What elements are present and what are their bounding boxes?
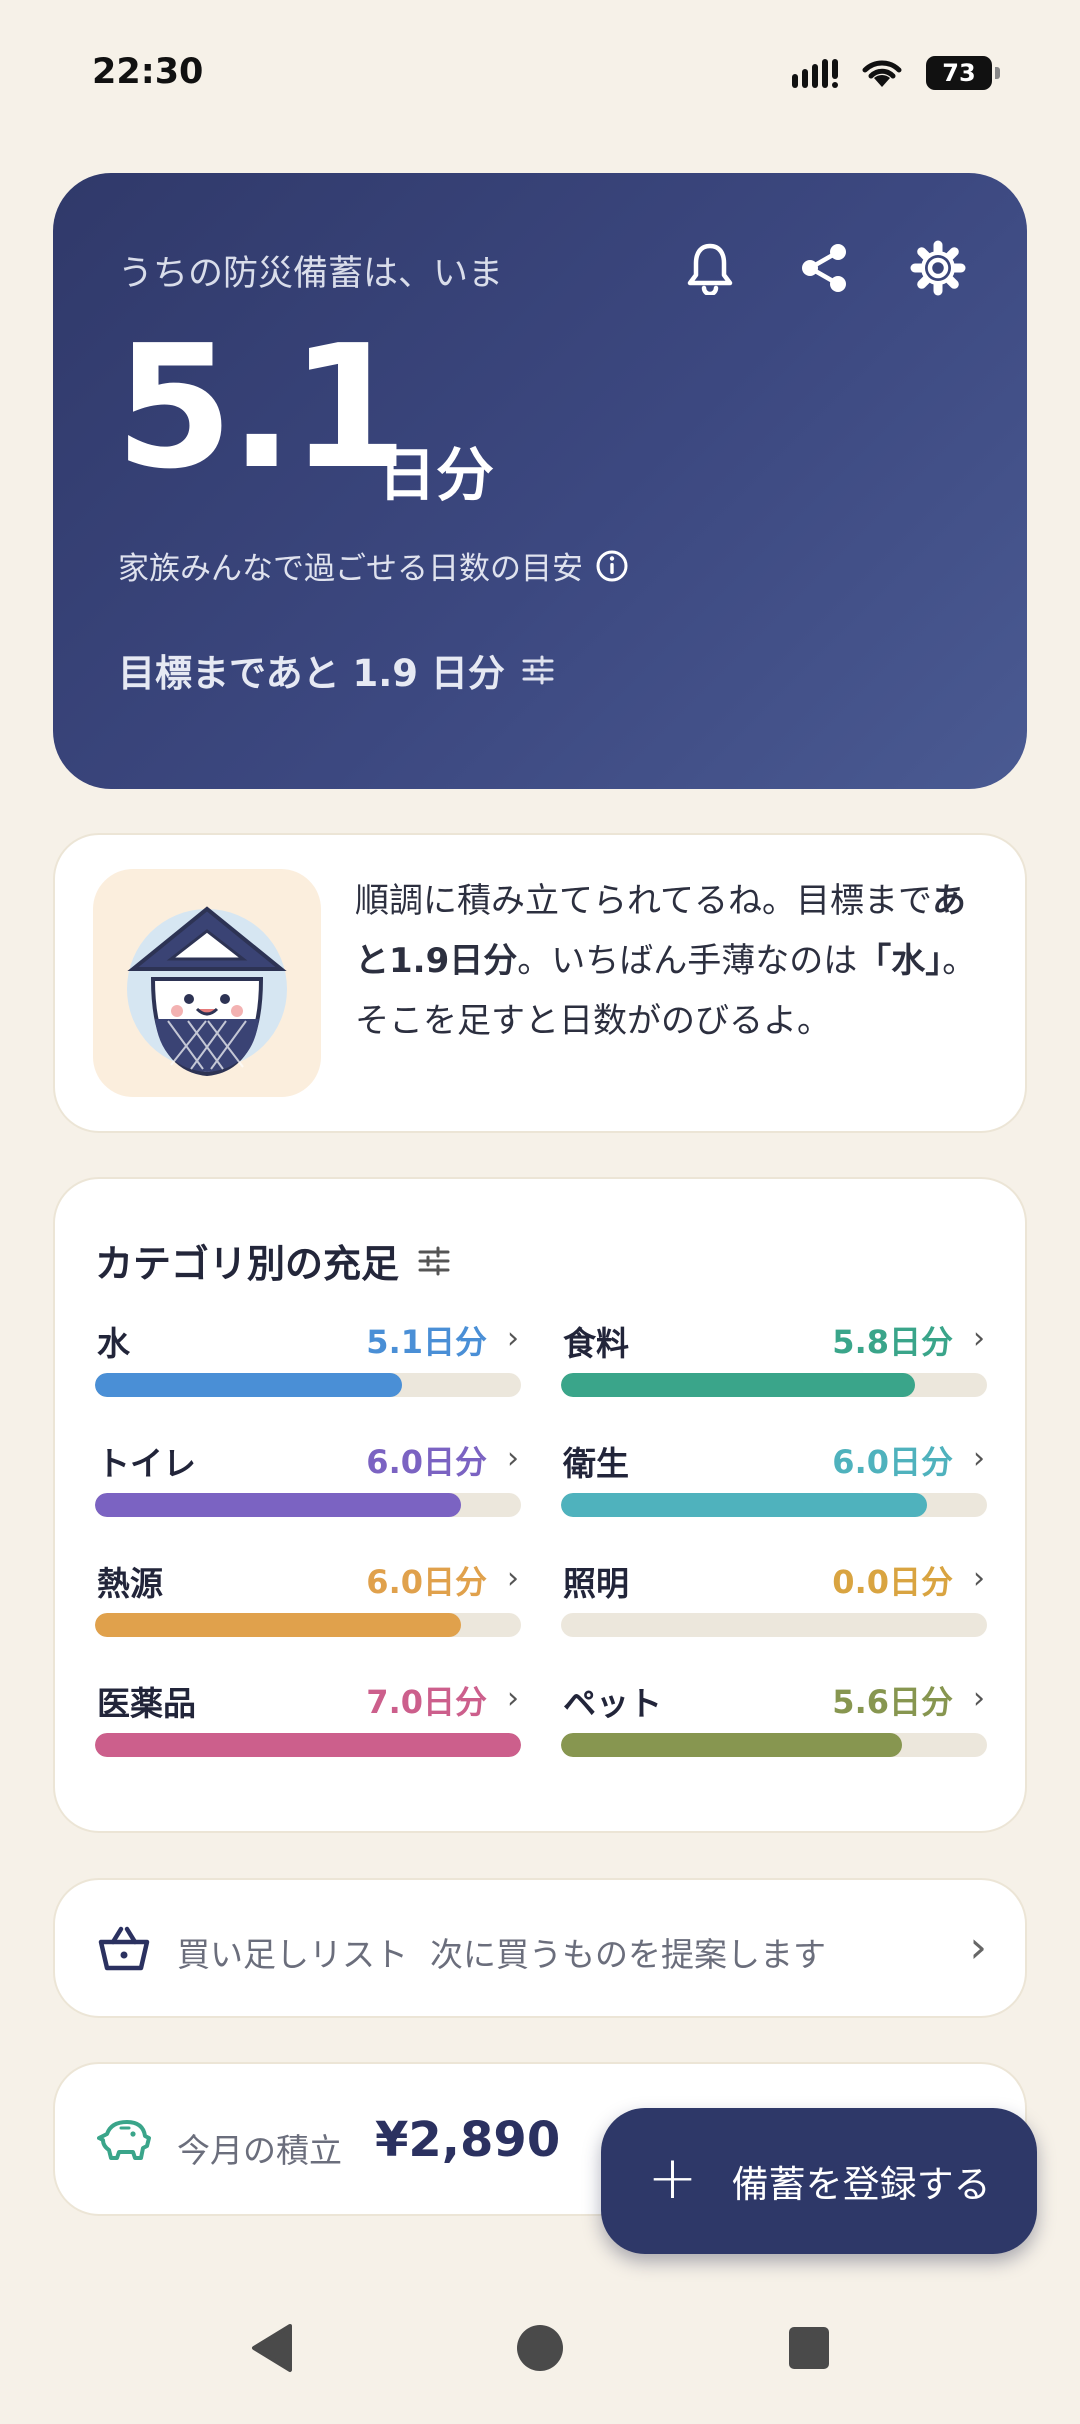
goal-remaining[interactable]: 目標まであと 1.9 日分	[118, 643, 555, 697]
recents-icon[interactable]	[786, 2322, 832, 2374]
home-icon[interactable]	[514, 2322, 566, 2374]
chevron-right-icon: ›	[973, 1681, 985, 1716]
shopping-list-hint: 次に買うものを提案します	[430, 1935, 826, 1974]
savings-amount: ¥2,890	[375, 2112, 561, 2168]
chevron-right-icon: ›	[969, 1922, 987, 1973]
category-bar	[95, 1733, 521, 1757]
category-card: カテゴリ別の充足 水 5.1日分 › 食料 5.8日分 › トイレ 6.0日分 …	[53, 1177, 1027, 1833]
plus-icon: +	[647, 2143, 698, 2213]
category-item-water[interactable]: 水 5.1日分 ›	[95, 1317, 521, 1409]
category-title-text: カテゴリ別の充足	[95, 1242, 400, 1286]
battery-icon: 73	[926, 56, 1000, 90]
piggy-bank-icon	[97, 2120, 151, 2160]
status-bar: 22:30 73	[0, 0, 1080, 150]
category-bar-fill	[561, 1373, 915, 1397]
chevron-right-icon: ›	[973, 1561, 985, 1596]
category-name: トイレ	[97, 1444, 196, 1483]
gear-icon	[910, 240, 966, 296]
category-bar-fill	[95, 1373, 402, 1397]
category-value: 7.0日分	[366, 1683, 487, 1721]
basket-icon	[98, 1926, 150, 1971]
register-stock-label: 備蓄を登録する	[731, 2163, 991, 2206]
category-bar	[561, 1493, 987, 1517]
adjust-icon	[522, 655, 554, 685]
category-name: 衛生	[563, 1444, 629, 1483]
chevron-right-icon: ›	[973, 1321, 985, 1356]
category-item-heat[interactable]: 熱源 6.0日分 ›	[95, 1557, 521, 1649]
goal-remaining-text: 目標まであと 1.9 日分	[118, 652, 505, 695]
stockpile-summary-card: うちの防災備蓄は、いま 5.1 日分 家族みんなで過ごせる日数の目安 目標まであ…	[53, 173, 1027, 789]
category-value: 0.0日分	[832, 1563, 953, 1601]
category-value: 5.1日分	[366, 1323, 487, 1361]
category-bar	[561, 1373, 987, 1397]
mascot-illustration	[93, 869, 321, 1097]
chevron-right-icon: ›	[507, 1561, 519, 1596]
advice-weakest: 「水」	[857, 941, 943, 981]
category-bar	[95, 1613, 521, 1637]
shopping-list-card[interactable]: 買い足しリスト 次に買うものを提案します ›	[53, 1878, 1027, 2018]
category-bar	[561, 1613, 987, 1637]
advice-message: 順調に積み立てられてるね。目標まであと1.9日分。いちばん手薄なのは「水」。そこ…	[355, 871, 985, 1051]
category-name: 医薬品	[97, 1684, 196, 1723]
category-value: 5.6日分	[832, 1683, 953, 1721]
status-time: 22:30	[92, 52, 204, 92]
back-icon[interactable]	[248, 2322, 296, 2374]
category-bar-fill	[95, 1733, 521, 1757]
category-value: 6.0日分	[366, 1563, 487, 1601]
chevron-right-icon: ›	[507, 1441, 519, 1476]
category-item-medicine[interactable]: 医薬品 7.0日分 ›	[95, 1677, 521, 1769]
adjust-icon	[418, 1246, 450, 1275]
category-bar-fill	[561, 1733, 902, 1757]
signal-icon	[792, 59, 838, 88]
battery-level: 73	[942, 59, 976, 87]
category-name: 照明	[563, 1564, 629, 1603]
days-description-text: 家族みんなで過ごせる日数の目安	[118, 551, 583, 587]
category-bar-fill	[561, 1493, 928, 1517]
hero-actions	[679, 237, 969, 299]
days-unit: 日分	[378, 441, 495, 509]
info-icon[interactable]	[595, 549, 629, 583]
system-nav-bar	[0, 2300, 1080, 2424]
shopping-list-text: 買い足しリスト 次に買うものを提案します	[177, 1928, 826, 1976]
settings-button[interactable]	[907, 237, 969, 299]
shopping-list-label: 買い足しリスト	[177, 1935, 408, 1974]
bell-icon	[687, 243, 733, 295]
category-name: 水	[97, 1324, 130, 1363]
register-stock-button[interactable]: + 備蓄を登録する	[601, 2108, 1037, 2254]
category-item-pet[interactable]: ペット 5.6日分 ›	[561, 1677, 987, 1769]
days-value: 5.1	[115, 309, 408, 507]
chevron-right-icon: ›	[973, 1441, 985, 1476]
category-name: ペット	[563, 1684, 662, 1723]
wifi-icon	[862, 60, 902, 87]
status-icons: 73	[792, 56, 1000, 90]
savings-label: 今月の積立	[177, 2131, 342, 2170]
mascot-icon	[127, 906, 287, 1077]
share-button[interactable]	[793, 237, 855, 299]
category-name: 食料	[563, 1324, 629, 1363]
share-icon	[802, 244, 846, 292]
advice-line1: 順調に積み立てられてるね。目標まで	[355, 881, 932, 921]
category-value: 6.0日分	[366, 1443, 487, 1481]
category-value: 6.0日分	[832, 1443, 953, 1481]
days-description: 家族みんなで過ごせる日数の目安	[118, 543, 629, 588]
category-title[interactable]: カテゴリ別の充足	[95, 1233, 451, 1288]
category-item-lighting[interactable]: 照明 0.0日分 ›	[561, 1557, 987, 1649]
advice-card: 順調に積み立てられてるね。目標まであと1.9日分。いちばん手薄なのは「水」。そこ…	[53, 833, 1027, 1133]
advice-mid: 。いちばん手薄なのは	[517, 941, 858, 981]
category-item-hygiene[interactable]: 衛生 6.0日分 ›	[561, 1437, 987, 1529]
category-item-food[interactable]: 食料 5.8日分 ›	[561, 1317, 987, 1409]
category-bar-fill	[95, 1613, 462, 1637]
category-value: 5.8日分	[832, 1323, 953, 1361]
category-bar-fill	[95, 1493, 462, 1517]
chevron-right-icon: ›	[507, 1681, 519, 1716]
category-name: 熱源	[97, 1564, 163, 1603]
chevron-right-icon: ›	[507, 1321, 519, 1356]
category-bar	[95, 1373, 521, 1397]
category-bar	[561, 1733, 987, 1757]
category-bar	[95, 1493, 521, 1517]
notification-button[interactable]	[679, 237, 741, 299]
category-item-toilet[interactable]: トイレ 6.0日分 ›	[95, 1437, 521, 1529]
hero-lead: うちの防災備蓄は、いま	[118, 254, 504, 294]
